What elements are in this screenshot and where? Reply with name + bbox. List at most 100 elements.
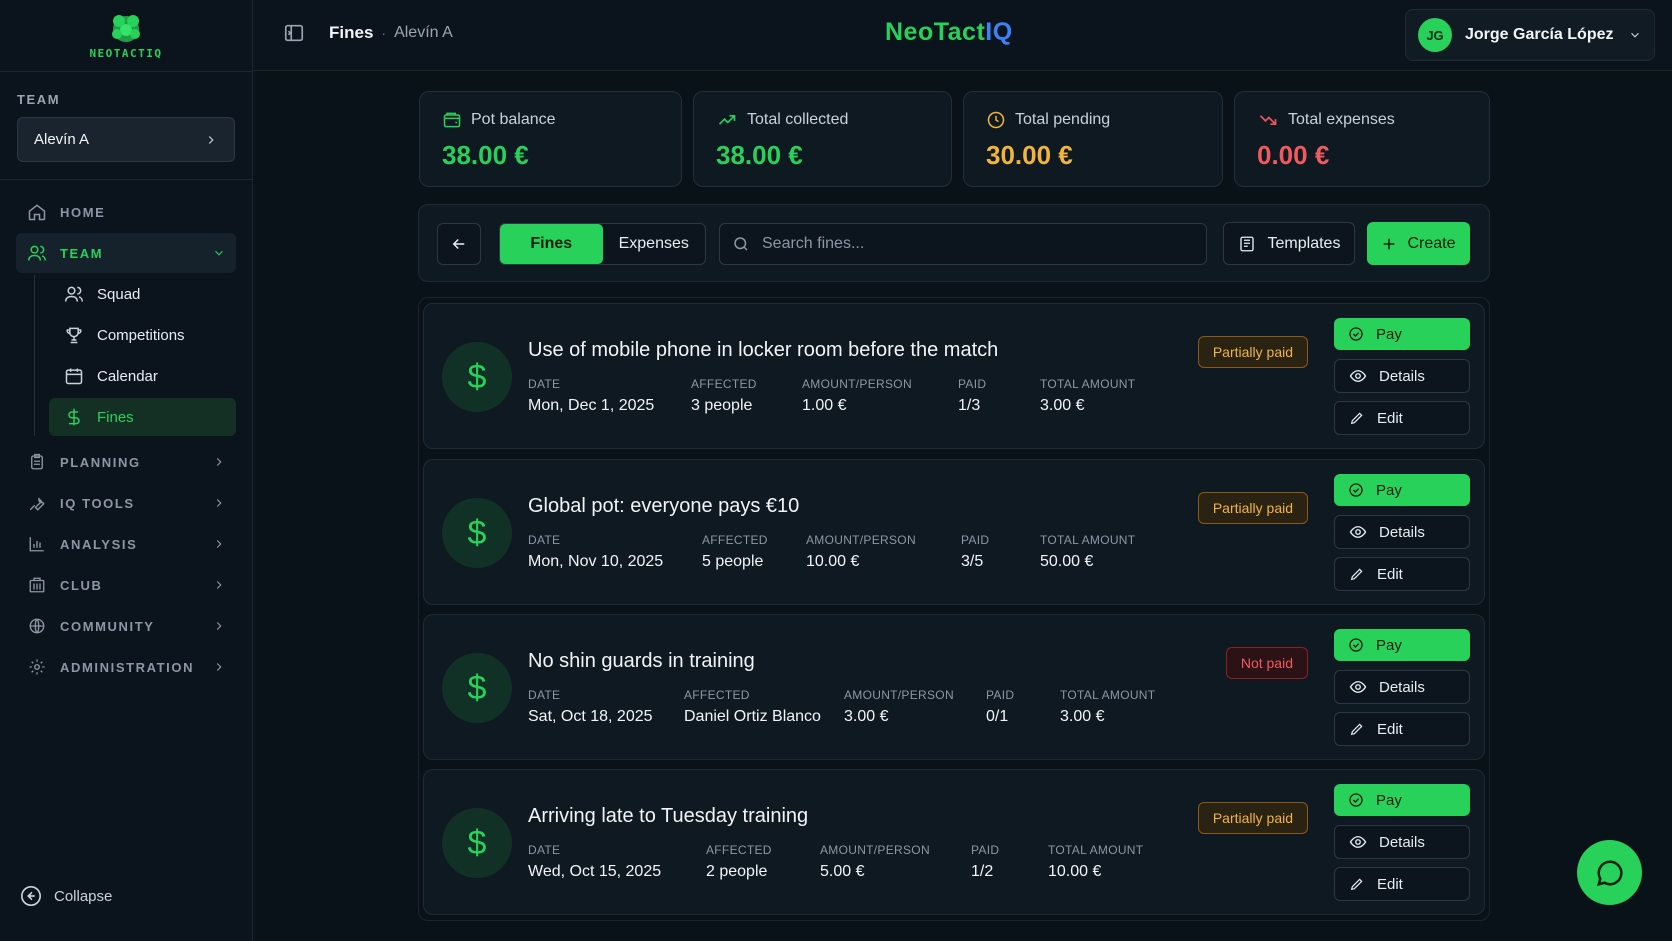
check-circle-icon (1348, 326, 1364, 342)
nav-item-label: TEAM (60, 245, 104, 261)
pay-button[interactable]: Pay (1334, 318, 1470, 350)
details-label: Details (1379, 833, 1425, 851)
tab-fines[interactable]: Fines (500, 224, 603, 264)
fine-affected: AFFECTED Daniel Ortiz Blanco (684, 688, 821, 726)
bar-chart-icon (26, 533, 48, 555)
pay-button[interactable]: Pay (1334, 629, 1470, 661)
fine-card[interactable]: $ Global pot: everyone pays €10 DATE Mon,… (423, 459, 1485, 605)
stat-label: Total pending (1015, 111, 1111, 128)
templates-button[interactable]: Templates (1223, 222, 1355, 265)
nav-item-home[interactable]: HOME (16, 192, 236, 232)
sidebar-toggle-icon[interactable] (283, 22, 305, 44)
breadcrumb: Fines · Alevín A (283, 22, 453, 44)
brand-name: NeoTactIQ (885, 18, 1013, 47)
stat-value: 30.00 € (986, 140, 1073, 170)
details-button[interactable]: Details (1334, 670, 1470, 704)
field-label: AMOUNT/PERSON (802, 377, 912, 391)
collapse-label: Collapse (54, 887, 113, 905)
field-value: 3.00 € (1060, 708, 1105, 725)
nav-item-analysis[interactable]: ANALYSIS (16, 524, 236, 564)
page-title: Fines (329, 23, 374, 42)
field-value: 2 people (706, 863, 768, 880)
home-icon (26, 201, 48, 223)
dollar-icon (63, 407, 85, 427)
chevron-right-icon (212, 660, 226, 674)
chevron-right-icon (208, 135, 214, 144)
team-selector[interactable]: Alevín A (17, 117, 235, 162)
edit-button[interactable]: Edit (1334, 557, 1470, 591)
pay-button[interactable]: Pay (1334, 784, 1470, 816)
nav-item-planning[interactable]: PLANNING (16, 442, 236, 482)
field-value: Daniel Ortiz Blanco (684, 708, 821, 725)
fine-amount-person: AMOUNT/PERSON 10.00 € (806, 533, 916, 571)
fine-date: DATE Mon, Dec 1, 2025 (528, 377, 654, 415)
nav-item-community[interactable]: COMMUNITY (16, 606, 236, 646)
fine-card[interactable]: $ No shin guards in training DATE Sat, Oc… (423, 614, 1485, 760)
field-label: DATE (528, 843, 561, 857)
field-value: 3 people (691, 397, 753, 414)
pencil-icon (1349, 721, 1365, 737)
back-button[interactable] (437, 223, 481, 265)
logo-icon (112, 14, 140, 42)
subnav-item-fines[interactable]: Fines (49, 398, 236, 436)
stat-label: Total expenses (1288, 111, 1395, 128)
chat-bubble-icon (1596, 859, 1623, 886)
edit-button[interactable]: Edit (1334, 401, 1470, 435)
field-label: AMOUNT/PERSON (844, 688, 954, 702)
nav-item-team[interactable]: TEAM (16, 233, 236, 273)
tab-expenses[interactable]: Expenses (603, 224, 706, 264)
logo[interactable]: NEOTACTIQ (0, 0, 252, 72)
chat-button[interactable] (1577, 840, 1642, 905)
nav-item-administration[interactable]: ADMINISTRATION (16, 647, 236, 687)
brand-name-part1: NeoTact (885, 18, 986, 46)
edit-label: Edit (1377, 409, 1403, 427)
fine-card[interactable]: $ Arriving late to Tuesday training DATE… (423, 769, 1485, 915)
eye-icon (1349, 678, 1367, 696)
trophy-icon (63, 325, 85, 345)
edit-label: Edit (1377, 875, 1403, 893)
fine-title: No shin guards in training (528, 650, 755, 672)
fine-date: DATE Mon, Nov 10, 2025 (528, 533, 663, 571)
user-menu[interactable]: JG Jorge García López (1405, 9, 1655, 61)
trending-down-icon (1257, 110, 1279, 130)
fine-title: Use of mobile phone in locker room befor… (528, 339, 999, 361)
gear-icon (26, 656, 48, 678)
stat-label: Total collected (747, 111, 849, 128)
fine-date: DATE Wed, Oct 15, 2025 (528, 843, 661, 881)
edit-button[interactable]: Edit (1334, 867, 1470, 901)
field-value: 3.00 € (844, 708, 889, 725)
details-button[interactable]: Details (1334, 515, 1470, 549)
nav-item-iq-tools[interactable]: IQ TOOLS (16, 483, 236, 523)
eye-icon (1349, 367, 1367, 385)
details-button[interactable]: Details (1334, 825, 1470, 859)
fine-card[interactable]: $ Use of mobile phone in locker room bef… (423, 303, 1485, 449)
collapse-sidebar-button[interactable]: Collapse (20, 885, 112, 907)
create-button[interactable]: Create (1367, 222, 1470, 265)
field-value: Wed, Oct 15, 2025 (528, 863, 662, 880)
subnav-item-competitions[interactable]: Competitions (49, 316, 236, 354)
subnav-item-squad[interactable]: Squad (49, 275, 236, 313)
field-label: AFFECTED (706, 843, 772, 857)
fine-amount-person: AMOUNT/PERSON 5.00 € (820, 843, 930, 881)
field-label: TOTAL AMOUNT (1040, 533, 1136, 547)
search-input[interactable] (762, 235, 1194, 253)
fine-affected: AFFECTED 2 people (706, 843, 772, 881)
chevron-right-icon (212, 455, 226, 469)
fine-paid: PAID 1/2 (971, 843, 999, 881)
fine-paid: PAID 3/5 (961, 533, 989, 571)
nav-item-club[interactable]: CLUB (16, 565, 236, 605)
details-button[interactable]: Details (1334, 359, 1470, 393)
subnav-item-calendar[interactable]: Calendar (49, 357, 236, 395)
templates-label: Templates (1267, 234, 1341, 252)
field-label: TOTAL AMOUNT (1048, 843, 1144, 857)
stat-value: 38.00 € (442, 140, 529, 170)
status-badge: Partially paid (1197, 336, 1308, 368)
field-value: 10.00 € (806, 553, 860, 570)
edit-button[interactable]: Edit (1334, 712, 1470, 746)
team-section-label: TEAM (17, 92, 61, 107)
nav-item-label: IQ TOOLS (60, 495, 135, 511)
field-value: 5.00 € (820, 863, 865, 880)
breadcrumb-team: Alevín A (394, 24, 453, 41)
pay-button[interactable]: Pay (1334, 474, 1470, 506)
nav-item-label: ANALYSIS (60, 536, 138, 552)
